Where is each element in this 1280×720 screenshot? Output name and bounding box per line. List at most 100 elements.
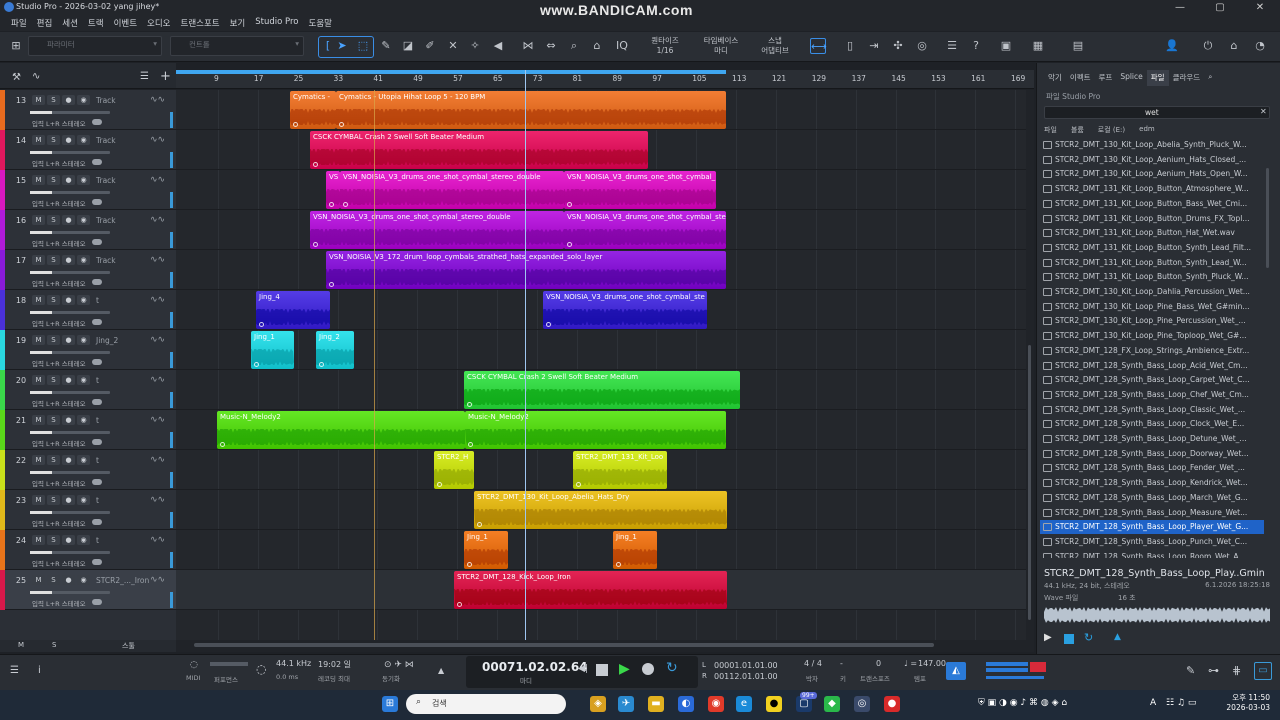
- monitor-icon[interactable]: ◉: [77, 175, 90, 185]
- track-name[interactable]: t: [96, 456, 99, 465]
- audio-clip[interactable]: STCR2_H: [434, 451, 474, 489]
- record-arm-icon[interactable]: ●: [62, 255, 75, 265]
- mute-button[interactable]: M: [32, 335, 45, 345]
- file-list-item[interactable]: STCR2_DMT_128_Synth_Bass_Loop_Classic_We…: [1040, 403, 1264, 417]
- file-list-item[interactable]: STCR2_DMT_130_Kit_Loop_Dahlia_Percussion…: [1040, 285, 1264, 299]
- arrangement-area[interactable]: Cymatics - Cymatics - Utopia Hihat Loop 5…: [176, 90, 1034, 640]
- file-list-item[interactable]: STCR2_DMT_128_FX_Loop_Strings_Ambience_E…: [1040, 344, 1264, 358]
- file-list-item[interactable]: STCR2_DMT_128_Synth_Bass_Loop_Clock_Wet_…: [1040, 417, 1264, 431]
- record-button[interactable]: [642, 663, 654, 675]
- crumb-edm[interactable]: edm: [1139, 125, 1155, 137]
- track-toggle[interactable]: [92, 359, 102, 365]
- audio-clip[interactable]: Jing_1: [464, 531, 508, 569]
- record-arm-icon[interactable]: ●: [62, 415, 75, 425]
- track-toggle[interactable]: [92, 479, 102, 485]
- mute-button[interactable]: M: [32, 175, 45, 185]
- preview-tempo-icon[interactable]: ▲: [1114, 632, 1121, 642]
- mute-button[interactable]: M: [32, 135, 45, 145]
- track-volume-knob[interactable]: [30, 231, 52, 234]
- track-toggle[interactable]: [92, 319, 102, 325]
- solo-button[interactable]: S: [47, 455, 60, 465]
- track-input[interactable]: 입력 L+R 스테레오: [32, 358, 86, 368]
- track-volume-knob[interactable]: [30, 311, 52, 314]
- track-name[interactable]: t: [96, 376, 99, 385]
- browse-icon[interactable]: ▭: [1254, 662, 1272, 680]
- tempo-value[interactable]: 147.00: [918, 659, 946, 668]
- user-icon[interactable]: 👤: [1164, 38, 1180, 54]
- solo-button[interactable]: S: [47, 135, 60, 145]
- solo-button[interactable]: S: [47, 335, 60, 345]
- app-icon-1[interactable]: ◈: [590, 696, 606, 712]
- layout-icon[interactable]: ▯: [842, 38, 858, 54]
- track-input[interactable]: 입력 L+R 스테레오: [32, 438, 86, 448]
- mute-button[interactable]: M: [32, 455, 45, 465]
- app-icon-4[interactable]: ◐: [678, 696, 694, 712]
- bend-tool-icon[interactable]: ✧: [467, 38, 483, 54]
- mix-icon[interactable]: ⊶: [1208, 664, 1219, 677]
- file-list-item[interactable]: STCR2_DMT_131_Kit_Loop_Button_Hat_Wet.wa…: [1040, 226, 1264, 240]
- monitor-icon[interactable]: ◉: [77, 415, 90, 425]
- file-list-item[interactable]: STCR2_DMT_130_Kit_Loop_Abelia_Synth_Pluc…: [1040, 138, 1264, 152]
- iq-button[interactable]: IQ: [614, 38, 630, 54]
- power-icon[interactable]: ⏻: [1200, 38, 1216, 54]
- record-arm-icon[interactable]: ●: [62, 295, 75, 305]
- track-toggle[interactable]: [92, 559, 102, 565]
- wrench-icon[interactable]: ⚒: [12, 72, 21, 83]
- mute-button[interactable]: M: [32, 375, 45, 385]
- file-list-item[interactable]: STCR2_DMT_131_Kit_Loop_Button_Synth_Pluc…: [1040, 270, 1264, 284]
- grid-view-icon[interactable]: ▦: [1030, 38, 1046, 54]
- file-list-item[interactable]: STCR2_DMT_131_Kit_Loop_Button_Synth_Lead…: [1040, 256, 1264, 270]
- menu-session[interactable]: 세션: [57, 15, 83, 31]
- record-arm-icon[interactable]: ●: [62, 335, 75, 345]
- target-icon[interactable]: ◎: [914, 38, 930, 54]
- track-header[interactable]: 16 M S ● ◉ Track ∿∿ 입력 L+R 스테레오: [0, 210, 176, 250]
- track-volume-knob[interactable]: [30, 391, 52, 394]
- track-volume-knob[interactable]: [30, 191, 52, 194]
- windows-start-icon[interactable]: ⊞: [382, 696, 398, 712]
- track-volume-knob[interactable]: [30, 151, 52, 154]
- automation-icon[interactable]: ∿: [32, 71, 40, 82]
- track-volume-knob[interactable]: [30, 511, 52, 514]
- file-list-item[interactable]: STCR2_DMT_131_Kit_Loop_Button_Synth_Lead…: [1040, 241, 1264, 255]
- track-name[interactable]: Track: [96, 216, 116, 225]
- monitor-icon[interactable]: ◉: [77, 375, 90, 385]
- record-arm-icon[interactable]: ●: [62, 135, 75, 145]
- track-header[interactable]: 21 M S ● ◉ t ∿∿ 입력 L+R 스테레오: [0, 410, 176, 450]
- track-toggle[interactable]: [92, 519, 102, 525]
- paint-tool-icon[interactable]: ✐: [422, 38, 438, 54]
- track-header[interactable]: 22 M S ● ◉ t ∿∿ 입력 L+R 스테레오: [0, 450, 176, 490]
- menu-event[interactable]: 이벤트: [109, 15, 142, 31]
- tray-icons[interactable]: ⛨ ▣ ◑ ◉ ♪ ⌘ ◍ ◈ ⌂: [978, 698, 1067, 708]
- sync-icon[interactable]: ⊙ ✈ ⋈: [384, 660, 414, 670]
- solo-button[interactable]: S: [47, 175, 60, 185]
- track-name[interactable]: Track: [96, 136, 116, 145]
- track-input[interactable]: 입력 L+R 스테레오: [32, 398, 86, 408]
- track-volume-knob[interactable]: [30, 271, 52, 274]
- list-icon[interactable]: ☰: [140, 71, 149, 82]
- tab-loops[interactable]: 루프: [1095, 70, 1117, 86]
- track-lane[interactable]: [176, 330, 1034, 370]
- track-header[interactable]: 17 M S ● ◉ Track ∿∿ 입력 L+R 스테레오: [0, 250, 176, 290]
- maximize-button[interactable]: ▢: [1200, 0, 1240, 15]
- mute-button[interactable]: M: [32, 575, 45, 585]
- bell-icon[interactable]: ◔: [1252, 38, 1268, 54]
- app-icon-5[interactable]: ◉: [708, 696, 724, 712]
- track-input[interactable]: 입력 L+R 스테레오: [32, 158, 86, 168]
- track-toggle[interactable]: [92, 239, 102, 245]
- clear-search-icon[interactable]: ✕: [1260, 107, 1267, 116]
- solo-button[interactable]: S: [47, 575, 60, 585]
- audio-clip[interactable]: CSCK CYMBAL Crash 2 Swell Soft Beater Me…: [310, 131, 648, 169]
- track-header[interactable]: 23 M S ● ◉ t ∿∿ 입력 L+R 스테레오: [0, 490, 176, 530]
- eraser-tool-icon[interactable]: ◪: [400, 38, 416, 54]
- grid-icon[interactable]: ⊞: [8, 38, 24, 54]
- monitor-icon[interactable]: ◉: [77, 495, 90, 505]
- footer-solo[interactable]: S: [52, 641, 56, 649]
- menu-view[interactable]: 보기: [225, 15, 251, 31]
- solo-button[interactable]: S: [47, 415, 60, 425]
- track-toggle[interactable]: [92, 599, 102, 605]
- solo-button[interactable]: S: [47, 95, 60, 105]
- file-list-item[interactable]: STCR2_DMT_128_Synth_Bass_Loop_Punch_Wet_…: [1040, 535, 1264, 549]
- main-volume-slider[interactable]: [986, 676, 1044, 679]
- audio-clip[interactable]: Jing_1: [251, 331, 294, 369]
- bandicam-icon[interactable]: ●: [884, 696, 900, 712]
